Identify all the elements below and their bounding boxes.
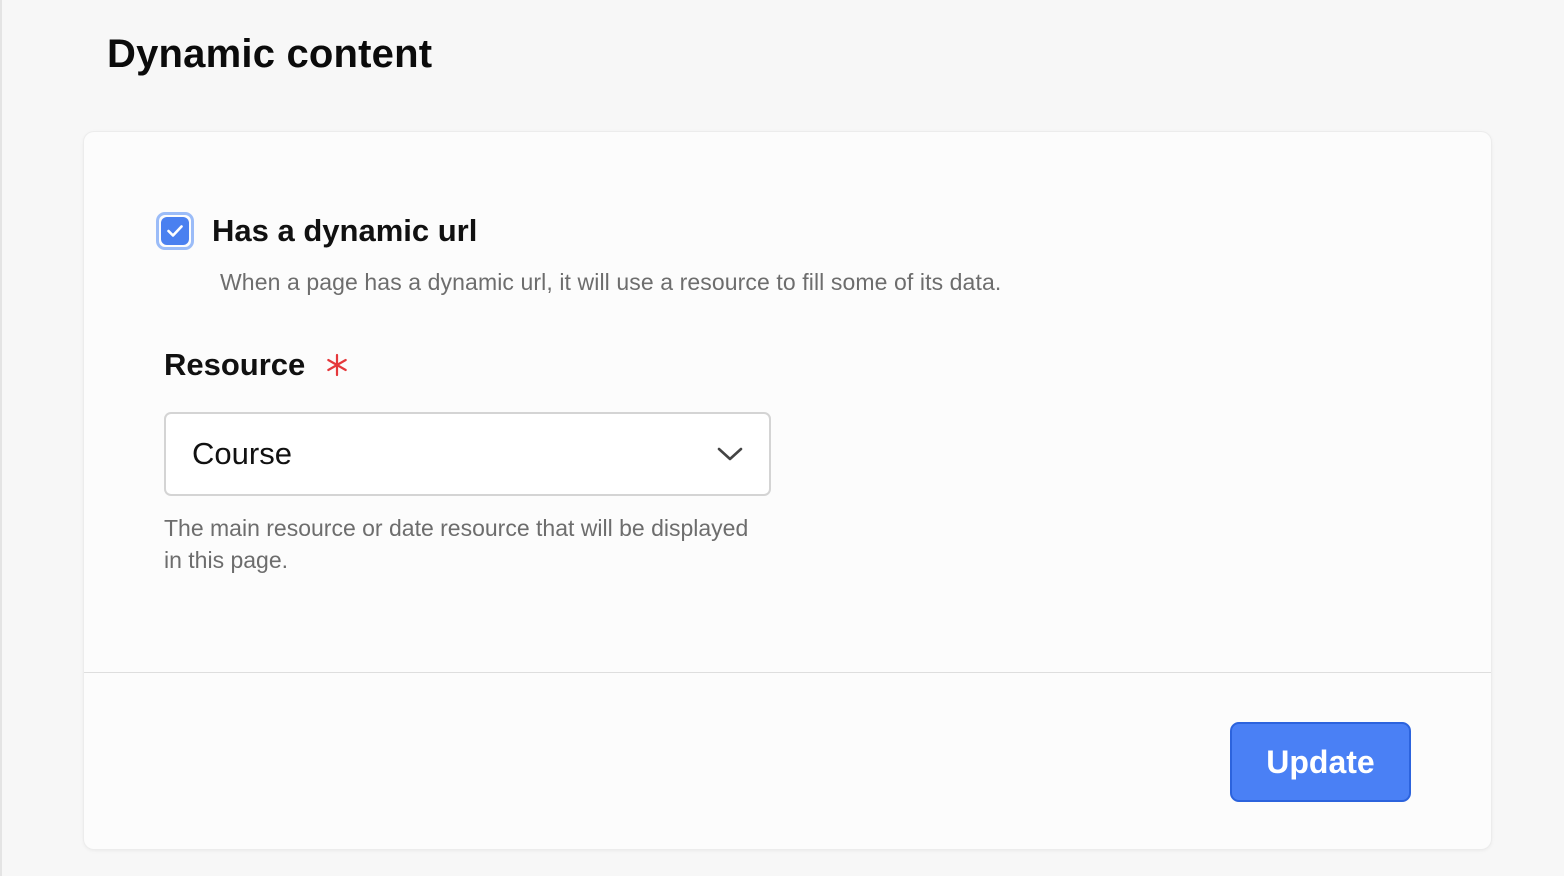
- dynamic-url-row: Has a dynamic url: [156, 212, 477, 250]
- resource-help-text: The main resource or date resource that …: [164, 515, 749, 573]
- page: Dynamic content Has a dynamic url When a…: [0, 0, 1564, 876]
- resource-label-row: Resource: [164, 347, 349, 383]
- dynamic-url-help-text: When a page has a dynamic url, it will u…: [220, 269, 1002, 295]
- resource-label: Resource: [164, 347, 306, 382]
- chevron-down-icon: [717, 446, 743, 462]
- dynamic-url-label[interactable]: Has a dynamic url: [212, 213, 477, 249]
- check-icon: [167, 225, 183, 237]
- required-asterisk-icon: [325, 353, 349, 377]
- checkbox-checked-indicator: [161, 217, 189, 245]
- update-button[interactable]: Update: [1230, 722, 1411, 802]
- dynamic-url-checkbox[interactable]: [156, 212, 194, 250]
- resource-select[interactable]: Course: [164, 412, 771, 496]
- card-footer-divider: [84, 672, 1491, 673]
- page-title: Dynamic content: [107, 32, 433, 76]
- resource-select-value: Course: [192, 436, 292, 471]
- dynamic-content-card: Has a dynamic url When a page has a dyna…: [84, 132, 1491, 849]
